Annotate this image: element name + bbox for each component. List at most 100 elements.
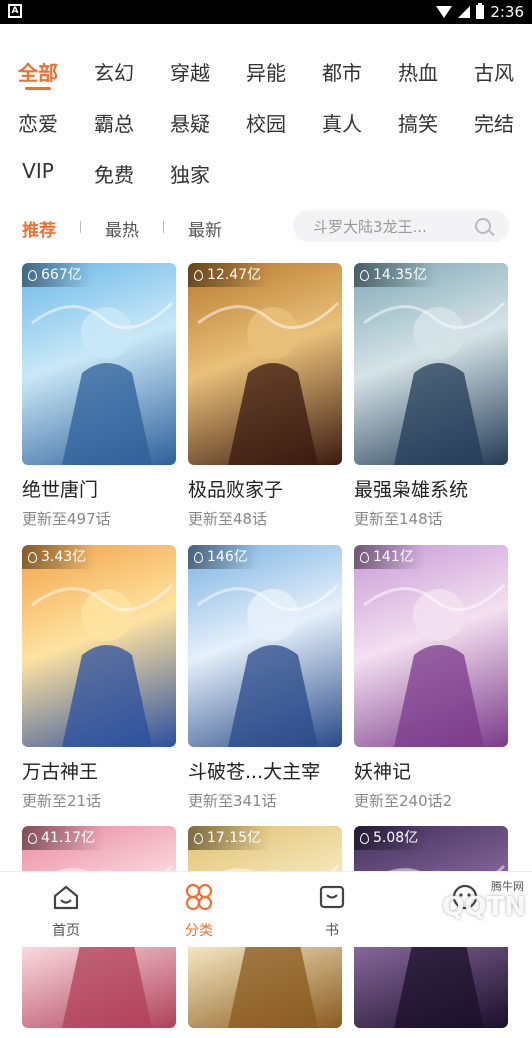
view-count: 667亿 — [41, 267, 82, 283]
signal-icon — [458, 6, 471, 18]
view-count-badge: 12.47亿 — [188, 263, 272, 287]
category-chip[interactable]: 恋爱 — [3, 108, 73, 137]
category-chip[interactable]: 异能 — [231, 57, 301, 86]
comic-title[interactable]: 妖神记 — [354, 757, 508, 784]
sort-recommend[interactable]: 推荐 — [22, 216, 56, 241]
wifi-icon — [436, 6, 453, 18]
bottom-tab-bar: 首页 分类 书 腾牛网 QQTN — [0, 871, 532, 947]
flame-icon — [194, 269, 203, 281]
status-icons: 2:36 — [436, 2, 524, 22]
tab-label: 首页 — [52, 923, 80, 939]
watermark-text: QQTN — [442, 892, 526, 922]
category-chip[interactable]: 免费 — [79, 159, 149, 188]
category-chip[interactable]: 完结 — [459, 108, 529, 137]
comic-cover[interactable]: 3.43亿 — [22, 545, 176, 747]
comic-update: 更新至21话 — [22, 792, 102, 810]
status-bar: A 2:36 — [0, 0, 532, 24]
cover-art — [363, 301, 506, 465]
view-count: 146亿 — [207, 549, 248, 565]
comic-title[interactable]: 斗破苍...大主宰 — [188, 757, 342, 784]
view-count: 14.35亿 — [373, 267, 428, 283]
comic-title[interactable]: 绝世唐门 — [22, 475, 176, 502]
comic-cover[interactable]: 146亿 — [188, 545, 342, 747]
comic-card[interactable]: 3.43亿万古神王更新至21话 — [22, 545, 176, 811]
view-count: 17.15亿 — [207, 830, 262, 846]
search-input[interactable] — [311, 210, 465, 244]
category-chip[interactable]: 热血 — [383, 57, 453, 86]
flame-icon — [360, 551, 369, 563]
comic-title[interactable]: 极品败家子 — [188, 475, 342, 502]
flame-icon — [194, 551, 203, 563]
category-chip[interactable]: 悬疑 — [155, 108, 225, 137]
cover-art — [197, 301, 340, 465]
view-count: 5.08亿 — [373, 830, 419, 846]
view-count: 141亿 — [373, 549, 414, 565]
comic-cover[interactable]: 14.35亿 — [354, 263, 508, 465]
comic-title[interactable]: 最强枭雄系统 — [354, 475, 508, 502]
view-count-badge: 14.35亿 — [354, 263, 438, 287]
category-chip[interactable]: 全部 — [3, 57, 73, 90]
flame-icon — [194, 832, 203, 844]
comic-update: 更新至341话 — [188, 792, 277, 810]
tab-label: 分类 — [185, 923, 213, 939]
view-count-badge: 667亿 — [22, 263, 92, 287]
sort-bar: 推荐 最热 最新 — [0, 210, 532, 246]
category-icon — [184, 882, 214, 912]
cover-art — [363, 583, 506, 747]
category-chip[interactable]: 玄幻 — [79, 57, 149, 86]
cover-art — [31, 301, 174, 465]
bookshelf-icon — [317, 882, 347, 912]
search-icon[interactable] — [475, 218, 491, 234]
comic-cover[interactable]: 141亿 — [354, 545, 508, 747]
sort-hottest[interactable]: 最热 — [105, 216, 139, 241]
comic-title[interactable]: 万古神王 — [22, 757, 176, 784]
search-box[interactable] — [293, 210, 509, 244]
view-count: 3.43亿 — [41, 549, 87, 565]
comic-card[interactable]: 146亿斗破苍...大主宰更新至341话 — [188, 545, 342, 811]
comic-update: 更新至497话 — [22, 510, 111, 528]
view-count-badge: 5.08亿 — [354, 826, 429, 850]
flame-icon — [28, 269, 37, 281]
category-chip[interactable]: 搞笑 — [383, 108, 453, 137]
view-count-badge: 17.15亿 — [188, 826, 272, 850]
category-chip[interactable]: 真人 — [307, 108, 377, 137]
sort-newest[interactable]: 最新 — [188, 216, 222, 241]
comic-card[interactable]: 667亿绝世唐门更新至497话 — [22, 263, 176, 529]
comic-cover[interactable]: 12.47亿 — [188, 263, 342, 465]
flame-icon — [28, 551, 37, 563]
comic-update: 更新至48话 — [188, 510, 268, 528]
tab-bookshelf[interactable]: 书 — [287, 882, 377, 940]
clock: 2:36 — [490, 3, 524, 21]
tab-label: 书 — [325, 923, 339, 939]
cover-art — [197, 583, 340, 747]
comic-update: 更新至240话2 — [354, 792, 453, 810]
category-chip[interactable]: 古风 — [459, 57, 529, 86]
category-chip[interactable]: VIP — [3, 159, 73, 183]
view-count: 41.17亿 — [41, 830, 96, 846]
home-icon — [51, 882, 81, 912]
category-chip[interactable]: 穿越 — [155, 57, 225, 86]
category-chip[interactable]: 都市 — [307, 57, 377, 86]
category-chip[interactable]: 霸总 — [79, 108, 149, 137]
category-chip[interactable]: 独家 — [155, 159, 225, 188]
divider — [80, 221, 81, 233]
comic-update: 更新至148话 — [354, 510, 443, 528]
divider — [163, 221, 164, 233]
tab-category[interactable]: 分类 — [154, 882, 244, 940]
flame-icon — [28, 832, 37, 844]
watermark-small: 腾牛网 — [491, 880, 524, 893]
view-count: 12.47亿 — [207, 267, 262, 283]
view-count-badge: 3.43亿 — [22, 545, 97, 569]
cover-art — [31, 583, 174, 747]
category-chip[interactable]: 校园 — [231, 108, 301, 137]
view-count-badge: 146亿 — [188, 545, 258, 569]
watermark-logo: 腾牛网 QQTN — [442, 880, 526, 922]
battery-icon — [476, 3, 485, 19]
comic-cover[interactable]: 667亿 — [22, 263, 176, 465]
view-count-badge: 141亿 — [354, 545, 424, 569]
comic-card[interactable]: 141亿妖神记更新至240话2 — [354, 545, 508, 811]
comic-card[interactable]: 14.35亿最强枭雄系统更新至148话 — [354, 263, 508, 529]
tab-home[interactable]: 首页 — [21, 882, 111, 940]
flame-icon — [360, 832, 369, 844]
comic-card[interactable]: 12.47亿极品败家子更新至48话 — [188, 263, 342, 529]
